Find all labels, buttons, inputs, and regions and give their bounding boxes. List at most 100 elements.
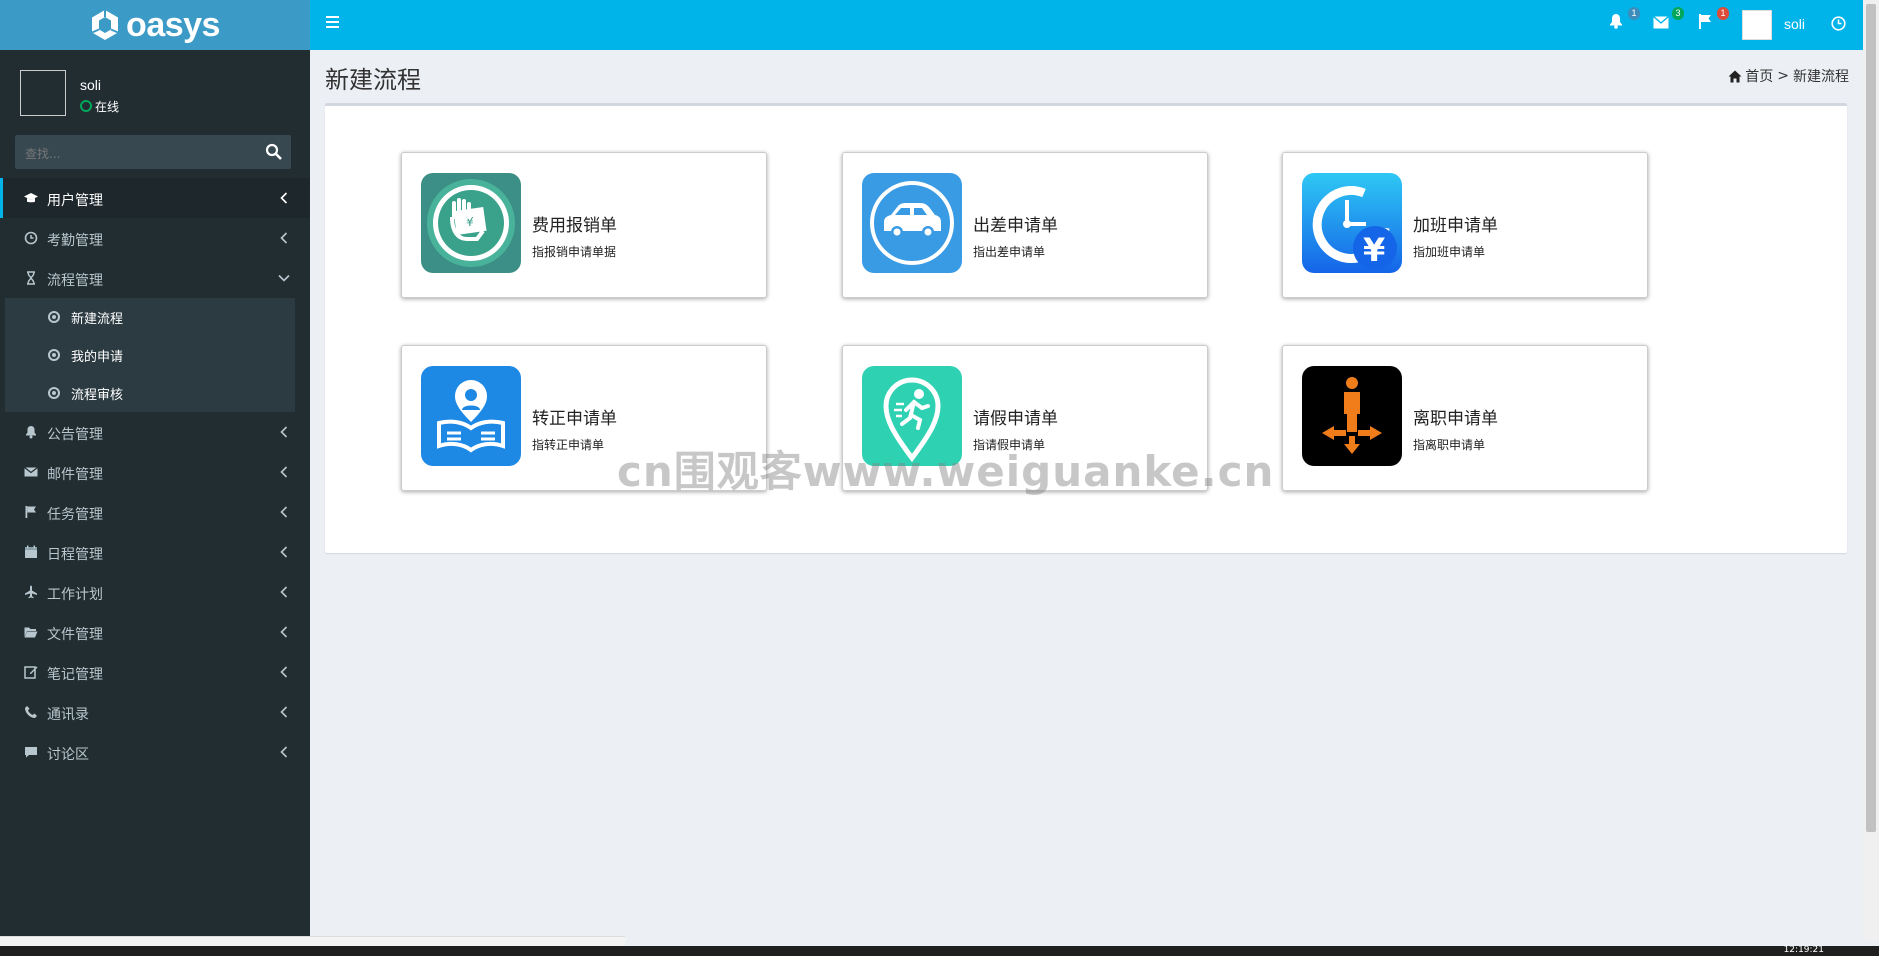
sidebar-search[interactable]: 查找... [15,135,291,169]
sidebar-item-label: 流程管理 [47,273,103,289]
messages-button[interactable]: 3 [1653,7,1684,34]
search-icon[interactable] [265,143,283,161]
svg-text:¥: ¥ [1363,231,1385,269]
sidebar-item-schedule[interactable]: 日程管理 [0,532,310,572]
online-status: 在线 [80,98,119,115]
sidebar-item-label: 笔记管理 [47,667,103,683]
chevron-left-icon [280,706,288,718]
notifications-badge: 1 [1628,7,1640,20]
comment-icon [25,747,37,758]
sidebar-item-process[interactable]: 流程管理 [0,258,310,298]
sidebar-item-contacts[interactable]: 通讯录 [0,692,310,732]
messages-badge: 3 [1672,7,1684,20]
logo-icon [91,10,119,40]
top-user-name[interactable]: soli [1784,16,1805,32]
sidebar-item-work-plan[interactable]: 工作计划 [0,572,310,612]
card-description: 指报销申请单据 [532,245,617,259]
user-panel: soli 在线 [20,70,119,116]
sidebar-item-label: 公告管理 [47,427,103,443]
sidebar: soli 在线 查找... 用户管理 考勤管理 流程管理 新建流程 我的申请 流… [0,50,310,940]
sidebar-item-tasks[interactable]: 任务管理 [0,492,310,532]
sidebar-item-label: 考勤管理 [47,233,103,249]
page-scrollbar[interactable] [1863,0,1879,940]
sidebar-item-label: 文件管理 [47,627,103,643]
card-business-trip[interactable]: 出差申请单 指出差申请单 [842,152,1208,298]
sidebar-item-mail[interactable]: 邮件管理 [0,452,310,492]
chevron-left-icon [280,192,288,204]
sidebar-item-label: 工作计划 [47,587,103,603]
chevron-left-icon [280,466,288,478]
envelope-icon [24,467,38,477]
submenu-item-new-process[interactable]: 新建流程 [5,298,295,336]
sidebar-toggle-icon[interactable] [326,13,340,31]
process-submenu: 新建流程 我的申请 流程审核 [5,298,295,412]
submenu-item-label: 流程审核 [71,388,124,403]
card-resignation[interactable]: 离职申请单 指离职申请单 [1282,345,1648,491]
bell-icon [26,426,36,439]
sidebar-item-files[interactable]: 文件管理 [0,612,310,652]
bell-icon [1610,14,1622,29]
search-input[interactable]: 查找... [25,145,60,162]
top-navbar: 1 3 1 soli [310,0,1863,50]
sidebar-menu: 用户管理 考勤管理 流程管理 新建流程 我的申请 流程审核 公告管理 邮件管理 [0,178,310,772]
breadcrumb-separator: > [1777,68,1789,84]
card-title: 请假申请单 [973,409,1058,429]
edit-icon [24,666,38,679]
card-description: 指转正申请单 [532,438,605,452]
watermark-text: cn围观客www.weiguanke.cn [617,447,1275,496]
chevron-left-icon [280,746,288,758]
sidebar-item-notes[interactable]: 笔记管理 [0,652,310,692]
user-avatar[interactable] [1742,10,1772,40]
chevron-left-icon [280,426,288,438]
reimbursement-icon: ¥ [421,173,521,273]
logout-clock-icon[interactable] [1831,16,1846,31]
card-title: 费用报销单 [532,216,617,236]
card-reimbursement[interactable]: ¥ 费用报销单 指报销申请单据 [401,152,767,298]
content-header: 新建流程 首页 > 新建流程 [310,50,1863,102]
circle-icon [48,349,60,361]
submenu-item-label: 新建流程 [71,312,124,327]
plane-icon [25,585,37,599]
chevron-down-icon [278,274,290,282]
chevron-left-icon [280,506,288,518]
person-book-icon [421,366,521,466]
breadcrumb-current: 新建流程 [1793,69,1849,85]
card-description: 指离职申请单 [1413,438,1486,452]
chevron-left-icon [280,666,288,678]
page-title: 新建流程 [325,66,421,94]
scrollbar-thumb[interactable] [1866,4,1876,832]
sidebar-item-label: 邮件管理 [47,467,103,483]
logo-text: oasys [126,5,220,44]
submenu-item-process-review[interactable]: 流程审核 [5,374,295,412]
sidebar-item-label: 日程管理 [47,547,103,563]
card-overtime[interactable]: ¥ 加班申请单 指加班申请单 [1282,152,1648,298]
sidebar-item-attendance[interactable]: 考勤管理 [0,218,310,258]
submenu-item-label: 我的申请 [71,350,124,365]
phone-icon [25,706,37,718]
breadcrumb-home-link[interactable]: 首页 [1745,66,1773,86]
sidebar-item-announcements[interactable]: 公告管理 [0,412,310,452]
app-logo[interactable]: oasys [0,0,310,50]
card-title: 加班申请单 [1413,216,1498,236]
hourglass-icon [27,271,35,285]
flag-icon [1699,14,1711,29]
notifications-button[interactable]: 1 [1609,7,1640,34]
online-dot-icon [80,100,92,112]
chevron-left-icon [280,232,288,244]
circle-icon [48,387,60,399]
chevron-left-icon [280,626,288,638]
sidebar-item-user-management[interactable]: 用户管理 [0,178,310,218]
sidebar-item-label: 用户管理 [47,193,103,209]
submenu-item-my-applications[interactable]: 我的申请 [5,336,295,374]
flags-button[interactable]: 1 [1698,7,1729,34]
chevron-left-icon [280,586,288,598]
sidebar-item-discussion[interactable]: 讨论区 [0,732,310,772]
card-description: 指加班申请单 [1413,245,1486,259]
flag-icon [25,506,36,518]
card-description: 指出差申请单 [973,245,1046,259]
envelope-icon [1653,15,1669,29]
graduation-cap-icon [24,193,38,203]
clock-icon [24,231,38,245]
sidebar-avatar [20,70,66,116]
car-icon [862,173,962,273]
